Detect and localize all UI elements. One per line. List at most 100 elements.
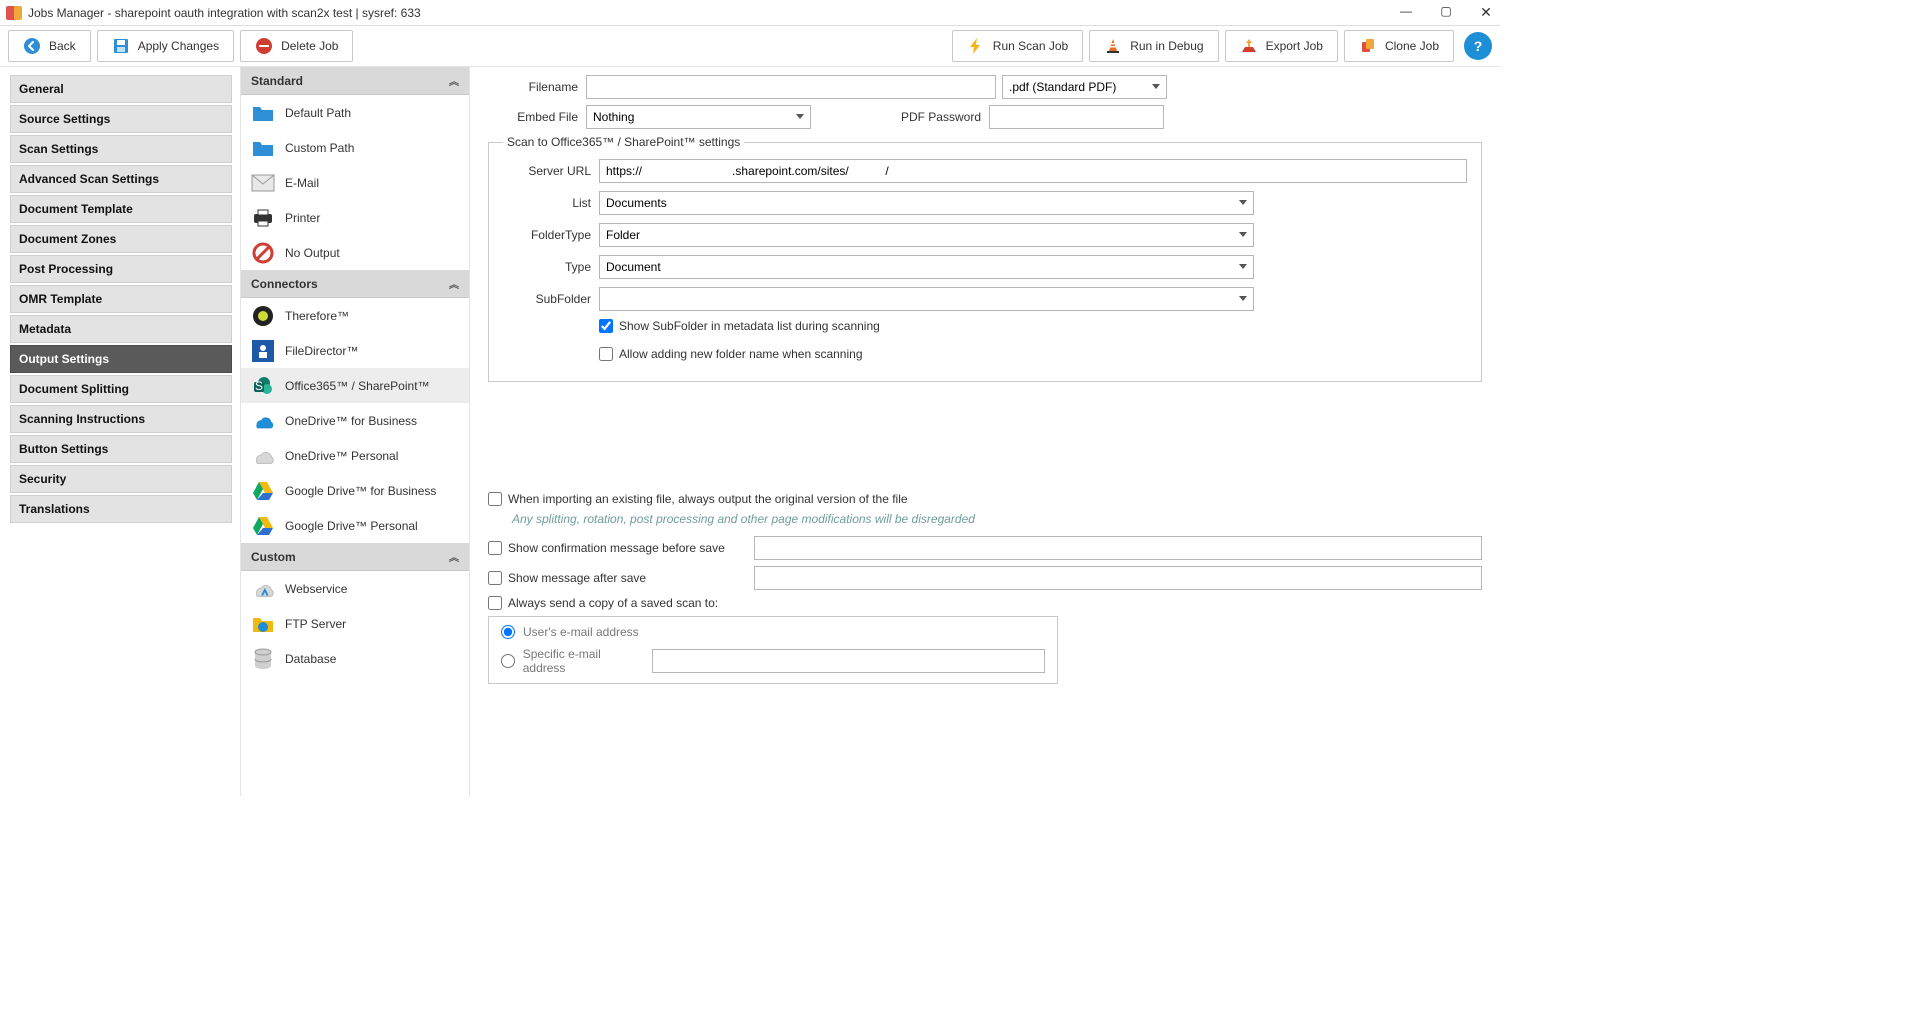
export-button[interactable]: Export Job [1225, 30, 1338, 62]
output-option-no-output[interactable]: No Output [241, 235, 469, 270]
option-icon [251, 206, 275, 230]
acc-label-standard: Standard [251, 74, 303, 88]
option-label: FileDirector™ [285, 344, 358, 358]
option-label: No Output [285, 246, 340, 260]
option-icon [251, 171, 275, 195]
output-option-default-path[interactable]: Default Path [241, 95, 469, 130]
option-icon [251, 409, 275, 433]
option-icon [251, 304, 275, 328]
back-label: Back [49, 39, 76, 53]
file-ext-select[interactable]: .pdf (Standard PDF) [1002, 75, 1167, 99]
nav-item-button-settings[interactable]: Button Settings [10, 435, 232, 463]
output-option-onedrive-personal[interactable]: OneDrive™ Personal [241, 438, 469, 473]
acc-header-standard[interactable]: Standard ︽ [241, 67, 469, 95]
option-label: Office365™ / SharePoint™ [285, 379, 430, 393]
cb-show-subfolder-input[interactable] [599, 319, 613, 333]
foldertype-select[interactable]: Folder [599, 223, 1254, 247]
apply-label: Apply Changes [138, 39, 219, 53]
option-label: Therefore™ [285, 309, 349, 323]
output-option-filedirector[interactable]: FileDirector™ [241, 333, 469, 368]
output-option-google-drive-for-business[interactable]: Google Drive™ for Business [241, 473, 469, 508]
output-option-custom-path[interactable]: Custom Path [241, 130, 469, 165]
type-select[interactable]: Document [599, 255, 1254, 279]
option-icon: S [251, 374, 275, 398]
help-button[interactable]: ? [1464, 32, 1492, 60]
option-icon [251, 339, 275, 363]
send-copy-options: User's e-mail address Specific e-mail ad… [488, 616, 1058, 684]
radio-user-email-input[interactable] [501, 625, 515, 639]
cb-output-original-input[interactable] [488, 492, 502, 506]
cb-always-send-input[interactable] [488, 596, 502, 610]
nav-item-omr-template[interactable]: OMR Template [10, 285, 232, 313]
output-option-office365-sharepoint[interactable]: S Office365™ / SharePoint™ [241, 368, 469, 403]
radio-user-email[interactable]: User's e-mail address [501, 625, 1045, 639]
option-label: E-Mail [285, 176, 319, 190]
option-label: Default Path [285, 106, 351, 120]
cb-allow-new-folder[interactable]: Allow adding new folder name when scanni… [599, 347, 863, 361]
confirm-before-text-input[interactable] [754, 536, 1482, 560]
nav-item-scanning-instructions[interactable]: Scanning Instructions [10, 405, 232, 433]
cb-always-send[interactable]: Always send a copy of a saved scan to: [488, 596, 1482, 610]
output-settings-form: Filename .pdf (Standard PDF) Embed File … [470, 67, 1500, 796]
output-option-ftp-server[interactable]: FTP Server [241, 606, 469, 641]
radio-specific-email[interactable]: Specific e-mail address [501, 647, 1045, 675]
cb-allow-new-folder-input[interactable] [599, 347, 613, 361]
maximize-button[interactable]: ▢ [1438, 4, 1454, 21]
cb-show-subfolder-label: Show SubFolder in metadata list during s… [619, 319, 880, 333]
delete-button[interactable]: Delete Job [240, 30, 353, 62]
server-url-input[interactable] [599, 159, 1467, 183]
filename-input[interactable] [586, 75, 996, 99]
acc-header-connectors[interactable]: Connectors ︽ [241, 270, 469, 298]
clone-button[interactable]: Clone Job [1344, 30, 1454, 62]
output-option-printer[interactable]: Printer [241, 200, 469, 235]
option-icon [251, 612, 275, 636]
option-icon [251, 136, 275, 160]
nav-item-metadata[interactable]: Metadata [10, 315, 232, 343]
apply-button[interactable]: Apply Changes [97, 30, 234, 62]
pdf-password-input[interactable] [989, 105, 1164, 129]
back-button[interactable]: Back [8, 30, 91, 62]
option-icon [251, 647, 275, 671]
export-icon [1240, 37, 1258, 55]
close-button[interactable]: ✕ [1478, 4, 1494, 21]
radio-specific-email-input[interactable] [501, 654, 515, 668]
foldertype-label: FolderType [503, 228, 591, 242]
subfolder-select[interactable] [599, 287, 1254, 311]
output-option-database[interactable]: Database [241, 641, 469, 676]
nav-item-scan-settings[interactable]: Scan Settings [10, 135, 232, 163]
nav-item-source-settings[interactable]: Source Settings [10, 105, 232, 133]
nav-item-translations[interactable]: Translations [10, 495, 232, 523]
window-title: Jobs Manager - sharepoint oauth integrat… [28, 6, 421, 20]
run-label: Run Scan Job [993, 39, 1068, 53]
output-option-onedrive-for-business[interactable]: OneDrive™ for Business [241, 403, 469, 438]
specific-email-input[interactable] [652, 649, 1045, 673]
nav-item-post-processing[interactable]: Post Processing [10, 255, 232, 283]
output-option-e-mail[interactable]: E-Mail [241, 165, 469, 200]
nav-item-security[interactable]: Security [10, 465, 232, 493]
nav-item-document-template[interactable]: Document Template [10, 195, 232, 223]
nav-item-document-zones[interactable]: Document Zones [10, 225, 232, 253]
nav-item-advanced-scan-settings[interactable]: Advanced Scan Settings [10, 165, 232, 193]
nav-item-document-splitting[interactable]: Document Splitting [10, 375, 232, 403]
cb-confirm-before-input[interactable] [488, 541, 502, 555]
cone-icon [1104, 37, 1122, 55]
option-label: FTP Server [285, 617, 346, 631]
output-option-google-drive-personal[interactable]: Google Drive™ Personal [241, 508, 469, 543]
svg-text:S: S [255, 379, 263, 393]
list-select[interactable]: Documents [599, 191, 1254, 215]
acc-header-custom[interactable]: Custom ︽ [241, 543, 469, 571]
cb-msg-after-input[interactable] [488, 571, 502, 585]
run-debug-button[interactable]: Run in Debug [1089, 30, 1218, 62]
minimize-button[interactable]: — [1398, 4, 1414, 21]
cb-output-original[interactable]: When importing an existing file, always … [488, 492, 1482, 506]
nav-item-output-settings[interactable]: Output Settings [10, 345, 232, 373]
output-option-webservice[interactable]: Webservice [241, 571, 469, 606]
output-option-therefore[interactable]: Therefore™ [241, 298, 469, 333]
embed-file-select[interactable]: Nothing [586, 105, 811, 129]
run-scan-button[interactable]: Run Scan Job [952, 30, 1083, 62]
cb-show-subfolder[interactable]: Show SubFolder in metadata list during s… [599, 319, 880, 333]
msg-after-text-input[interactable] [754, 566, 1482, 590]
nav-item-general[interactable]: General [10, 75, 232, 103]
option-label: Custom Path [285, 141, 354, 155]
acc-label-custom: Custom [251, 550, 296, 564]
